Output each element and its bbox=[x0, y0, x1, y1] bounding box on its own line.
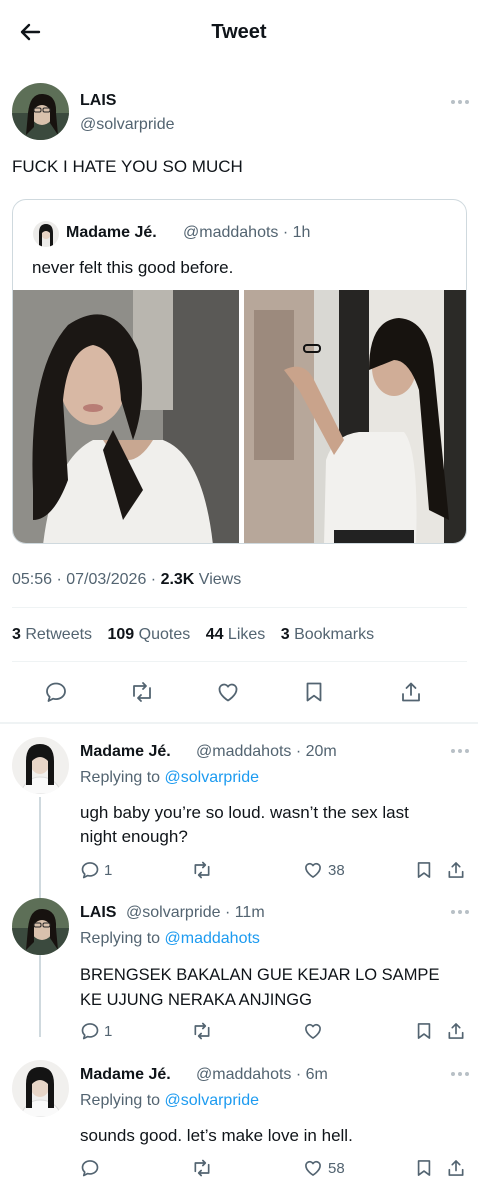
tweet-stats: 3 Retweets 109 Quotes 44 Likes 3 Bookmar… bbox=[12, 626, 374, 644]
photo-1[interactable] bbox=[13, 290, 239, 543]
like-count: 58 bbox=[328, 1160, 345, 1177]
like-icon[interactable] bbox=[216, 680, 240, 704]
divider bbox=[0, 722, 478, 724]
likes-stat[interactable]: 44 Likes bbox=[206, 626, 266, 643]
avatar[interactable] bbox=[12, 83, 69, 140]
avatar[interactable] bbox=[12, 737, 69, 794]
bookmark-icon[interactable] bbox=[302, 680, 326, 704]
replying-to: Replying to @solvarpride bbox=[80, 769, 260, 786]
reply-author-name[interactable]: Madame Jé. bbox=[80, 1066, 171, 1084]
reply-author-handle[interactable]: @maddahots · 20m bbox=[196, 743, 337, 761]
reply-author-handle[interactable]: @solvarpride · 11m bbox=[126, 904, 265, 922]
views-count: 2.3K bbox=[160, 571, 195, 588]
reply-icon[interactable] bbox=[80, 1021, 100, 1041]
timestamp-text: 05:56 · 07/03/2026 · bbox=[12, 571, 161, 588]
divider bbox=[12, 661, 467, 662]
reply-text: ugh baby you’re so loud. wasn’t the sex … bbox=[80, 803, 409, 846]
more-icon[interactable] bbox=[451, 99, 471, 105]
reply-author-handle[interactable]: @maddahots · 6m bbox=[196, 1066, 328, 1084]
reply-count: 1 bbox=[104, 1023, 113, 1040]
author-name[interactable]: LAIS bbox=[80, 92, 116, 110]
quoted-tweet-card[interactable]: Madame Jé. @maddahots · 1h never felt th… bbox=[12, 199, 467, 544]
avatar[interactable] bbox=[12, 898, 69, 955]
quoted-author-handle: @maddahots · 1h bbox=[183, 224, 310, 242]
reply-icon[interactable] bbox=[44, 680, 68, 704]
replying-to-link[interactable]: @maddahots bbox=[165, 930, 260, 947]
more-icon[interactable] bbox=[451, 748, 471, 754]
retweet-icon[interactable] bbox=[130, 680, 154, 704]
retweet-icon[interactable] bbox=[192, 1158, 212, 1178]
avatar[interactable] bbox=[12, 1060, 69, 1117]
more-icon[interactable] bbox=[451, 1071, 471, 1077]
reply-text: BRENGSEK BAKALAN GUE KEJAR LO SAMPE KE U… bbox=[80, 966, 440, 1009]
more-icon[interactable] bbox=[451, 909, 471, 915]
divider bbox=[12, 607, 467, 608]
like-icon[interactable] bbox=[303, 860, 323, 880]
tweet-timestamp: 05:56 · 07/03/2026 · 2.3K Views bbox=[12, 571, 241, 589]
retweets-stat[interactable]: 3 Retweets bbox=[12, 626, 92, 643]
avatar bbox=[33, 221, 59, 247]
reply-count: 1 bbox=[104, 862, 113, 879]
reply-author-name[interactable]: LAIS bbox=[80, 904, 116, 922]
bookmark-icon[interactable] bbox=[414, 860, 434, 880]
replying-to-link[interactable]: @solvarpride bbox=[165, 769, 260, 786]
replying-to-link[interactable]: @solvarpride bbox=[165, 1092, 260, 1109]
photo-2[interactable] bbox=[244, 290, 466, 543]
quoted-author-name: Madame Jé. bbox=[66, 224, 157, 241]
bookmark-icon[interactable] bbox=[414, 1021, 434, 1041]
author-handle[interactable]: @solvarpride bbox=[80, 116, 175, 134]
share-icon[interactable] bbox=[446, 860, 466, 880]
retweet-icon[interactable] bbox=[192, 1021, 212, 1041]
replying-to: Replying to @maddahots bbox=[80, 930, 260, 947]
views-label: Views bbox=[194, 571, 242, 588]
page-title: Tweet bbox=[211, 21, 267, 43]
bookmark-icon[interactable] bbox=[414, 1158, 434, 1178]
share-icon[interactable] bbox=[446, 1158, 466, 1178]
reply-text: sounds good. let’s make love in hell. bbox=[80, 1126, 353, 1145]
share-icon[interactable] bbox=[446, 1021, 466, 1041]
like-icon[interactable] bbox=[303, 1158, 323, 1178]
replying-to: Replying to @solvarpride bbox=[80, 1092, 260, 1109]
quoted-time: · 1h bbox=[282, 224, 311, 241]
share-icon[interactable] bbox=[399, 680, 423, 704]
reply-author-name[interactable]: Madame Jé. bbox=[80, 743, 171, 761]
like-count: 38 bbox=[328, 862, 345, 879]
bookmarks-stat[interactable]: 3 Bookmarks bbox=[281, 626, 374, 643]
quoted-handle: @maddahots bbox=[183, 224, 279, 241]
quotes-stat[interactable]: 109 Quotes bbox=[108, 626, 191, 643]
retweet-icon[interactable] bbox=[192, 860, 212, 880]
reply-icon[interactable] bbox=[80, 1158, 100, 1178]
quoted-text: never felt this good before. bbox=[32, 258, 234, 277]
reply-icon[interactable] bbox=[80, 860, 100, 880]
tweet-text: FUCK I HATE YOU SO MUCH bbox=[12, 157, 243, 176]
like-icon[interactable] bbox=[303, 1021, 323, 1041]
